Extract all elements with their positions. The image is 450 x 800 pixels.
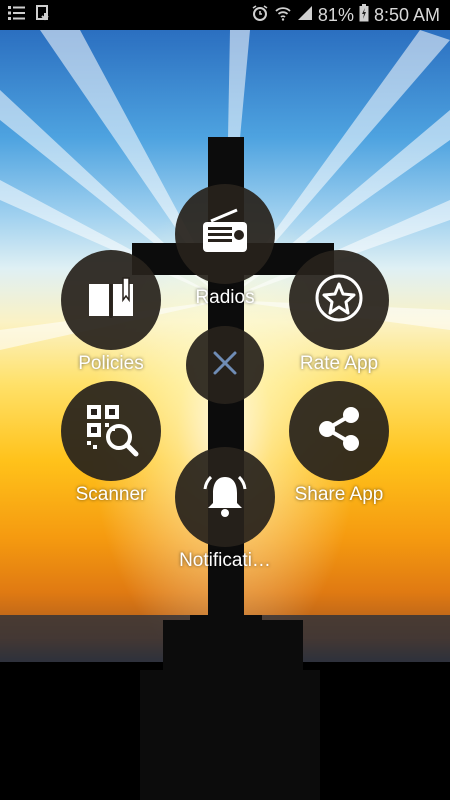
share-app-button[interactable] bbox=[289, 381, 389, 481]
menu-list-icon bbox=[8, 5, 26, 26]
radios-label: Radios bbox=[195, 287, 255, 308]
bell-icon bbox=[197, 467, 253, 528]
status-bar: 81% 8:50 AM bbox=[0, 0, 450, 30]
signal-icon bbox=[297, 5, 313, 26]
qr-scan-icon bbox=[83, 401, 139, 462]
policies-label: Policies bbox=[78, 353, 144, 374]
scanner-label: Scanner bbox=[75, 484, 147, 505]
notifications-label: Notificati… bbox=[179, 550, 271, 571]
close-menu-button[interactable] bbox=[186, 326, 264, 404]
star-icon bbox=[311, 270, 367, 331]
radio-icon bbox=[197, 204, 253, 265]
scanner-button[interactable] bbox=[61, 381, 161, 481]
rate-app-button[interactable] bbox=[289, 250, 389, 350]
download-icon bbox=[34, 4, 50, 27]
radios-button[interactable] bbox=[175, 184, 275, 284]
notifications-button[interactable] bbox=[175, 447, 275, 547]
book-icon bbox=[83, 270, 139, 331]
battery-percent: 81% bbox=[317, 4, 354, 25]
policies-button[interactable] bbox=[61, 250, 161, 350]
rate-app-label: Rate App bbox=[299, 353, 379, 374]
wifi-icon bbox=[274, 4, 292, 27]
alarm-icon bbox=[251, 4, 269, 27]
share-icon bbox=[311, 401, 367, 462]
share-app-label: Share App bbox=[294, 484, 384, 505]
status-time: 8:50 AM bbox=[373, 4, 440, 25]
close-icon bbox=[212, 350, 238, 381]
battery-charging-icon bbox=[359, 3, 369, 27]
